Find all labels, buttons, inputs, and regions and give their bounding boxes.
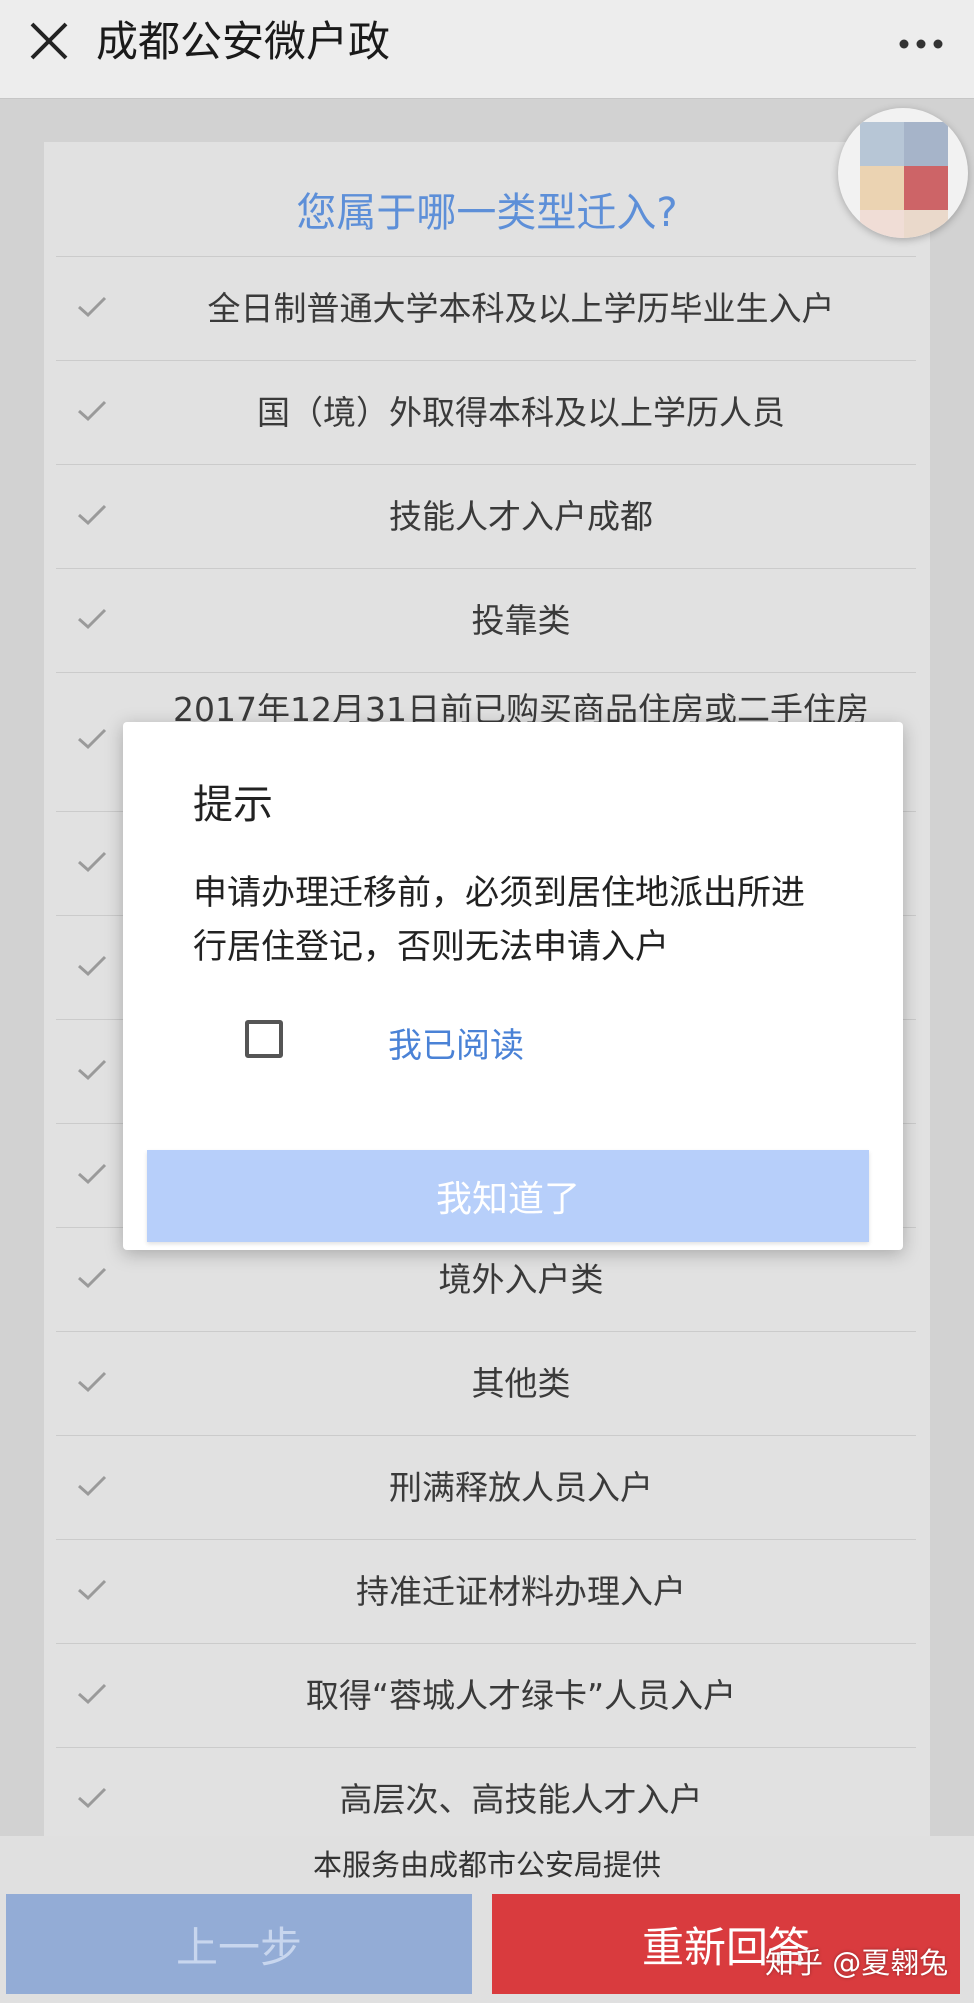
option-label: 其他类: [471, 1363, 571, 1403]
top-navbar: 成都公安微户政: [0, 0, 974, 99]
check-icon: [78, 1683, 107, 1705]
check-icon: [78, 1371, 107, 1393]
check-icon: [78, 1579, 107, 1601]
check-icon: [78, 608, 107, 630]
avatar-pixel: [860, 210, 904, 238]
check-icon: [78, 1475, 107, 1497]
check-icon: [78, 400, 107, 422]
dialog-title: 提示: [193, 782, 273, 828]
option-label: 持准迁证材料办理入户: [356, 1571, 686, 1611]
option-row[interactable]: 技能人才入户成都: [56, 464, 916, 568]
option-row[interactable]: 国（境）外取得本科及以上学历人员: [56, 360, 916, 464]
avatar-pixel: [860, 122, 904, 166]
option-label: 全日制普通大学本科及以上学历毕业生入户: [207, 288, 835, 328]
check-icon: [78, 1059, 107, 1081]
avatar[interactable]: [838, 108, 968, 238]
option-label: 技能人才入户成都: [389, 496, 653, 536]
check-icon: [78, 851, 107, 873]
check-icon: [78, 1787, 107, 1809]
check-icon: [78, 955, 107, 977]
option-row[interactable]: 投靠类: [56, 568, 916, 672]
option-row[interactable]: 持准迁证材料办理入户: [56, 1539, 916, 1643]
option-label: 刑满释放人员入户: [389, 1467, 653, 1507]
avatar-pixel: [904, 210, 948, 238]
read-checkbox-label[interactable]: 我已阅读: [388, 1018, 524, 1067]
option-label: 取得“蓉城人才绿卡”人员入户: [305, 1675, 737, 1715]
more-icon[interactable]: [898, 38, 944, 50]
check-icon: [78, 728, 107, 750]
option-row[interactable]: 全日制普通大学本科及以上学历毕业生入户: [56, 256, 916, 360]
check-icon: [78, 296, 107, 318]
avatar-pixel: [904, 166, 948, 210]
check-icon: [78, 504, 107, 526]
previous-step-button[interactable]: 上一步: [6, 1894, 472, 1994]
watermark: 知乎 @夏翱兔: [765, 1946, 949, 1980]
question-title: 您属于哪一类型迁入?: [296, 190, 678, 236]
avatar-pixel: [904, 122, 948, 166]
option-label: 投靠类: [471, 600, 571, 640]
dialog-message: 申请办理迁移前，必须到居住地派出所进行居住登记，否则无法申请入户: [193, 873, 805, 967]
read-checkbox[interactable]: [245, 1020, 283, 1058]
option-row[interactable]: 刑满释放人员入户: [56, 1435, 916, 1539]
option-label: 国（境）外取得本科及以上学历人员: [257, 392, 785, 432]
option-row[interactable]: 其他类: [56, 1331, 916, 1435]
option-row[interactable]: 取得“蓉城人才绿卡”人员入户: [56, 1643, 916, 1747]
provider-text: 本服务由成都市公安局提供: [312, 1848, 661, 1882]
check-icon: [78, 1267, 107, 1289]
notice-dialog: 提示 申请办理迁移前，必须到居住地派出所进行居住登记，否则无法申请入户 我已阅读…: [123, 722, 903, 1250]
page-title: 成都公安微户政: [96, 17, 391, 66]
avatar-pixel: [860, 166, 904, 210]
check-icon: [78, 1163, 107, 1185]
confirm-button[interactable]: 我知道了: [147, 1150, 869, 1242]
close-icon[interactable]: [26, 18, 72, 64]
